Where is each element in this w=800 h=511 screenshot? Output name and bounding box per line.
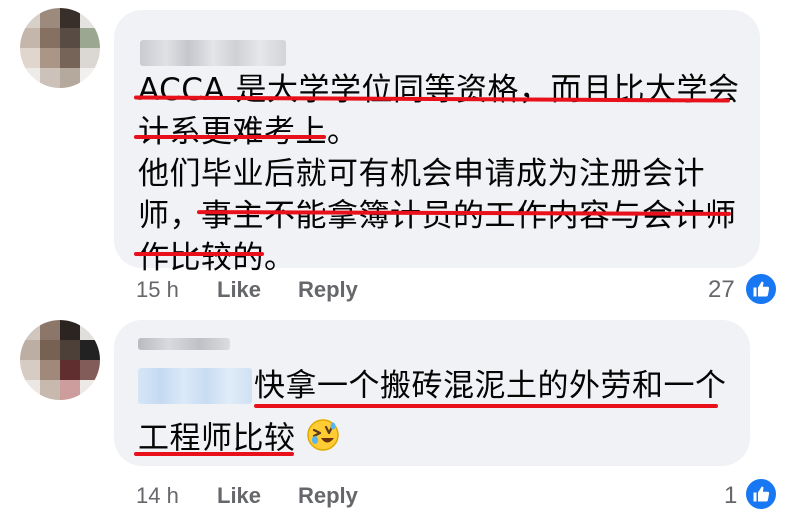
author-name[interactable] <box>140 40 286 66</box>
comment-text-line: ACCA 是大学学位同等资格，而且比大学会 <box>138 72 740 108</box>
reply-button[interactable]: Reply <box>298 483 358 509</box>
avatar[interactable] <box>20 320 100 400</box>
red-underline <box>254 404 718 408</box>
like-button[interactable]: Like <box>217 483 261 509</box>
reaction-count[interactable]: 27 <box>708 276 735 304</box>
red-underline <box>134 452 294 456</box>
comment-bubble: 快拿一个搬砖混泥土的外劳和一个 工程师比较 <box>114 320 750 466</box>
like-thumb-icon[interactable] <box>744 272 778 306</box>
comment-bubble: ACCA 是大学学位同等资格，而且比大学会 计系更难考上。 他们毕业后就可有机会… <box>114 10 760 276</box>
like-button[interactable]: Like <box>217 277 261 303</box>
comment-text-line: 他们毕业后就可有机会申请成为注册会计 <box>138 156 705 192</box>
reaction-count[interactable]: 1 <box>724 482 737 510</box>
like-thumb-icon[interactable] <box>744 477 778 511</box>
avatar[interactable] <box>20 8 100 88</box>
comment-timestamp[interactable]: 14 h <box>136 483 179 509</box>
comment-text-line: 作比较的。 <box>138 240 296 276</box>
comment-text-line: 快拿一个搬砖混泥土的外劳和一个 <box>254 368 727 404</box>
rolling-laughing-emoji <box>306 418 340 462</box>
comment-text-line: 师，事主不能拿簿计员的工作内容与会计师 <box>138 198 737 234</box>
comment-text-line: 计系更难考上。 <box>138 114 359 150</box>
author-name[interactable] <box>138 338 230 350</box>
comment-timestamp[interactable]: 15 h <box>136 277 179 303</box>
reply-button[interactable]: Reply <box>298 277 358 303</box>
red-underline <box>134 135 326 139</box>
red-underline <box>134 252 264 256</box>
comment-text: 快拿一个搬砖混泥土的外劳和一个 工程师比较 <box>138 366 738 466</box>
